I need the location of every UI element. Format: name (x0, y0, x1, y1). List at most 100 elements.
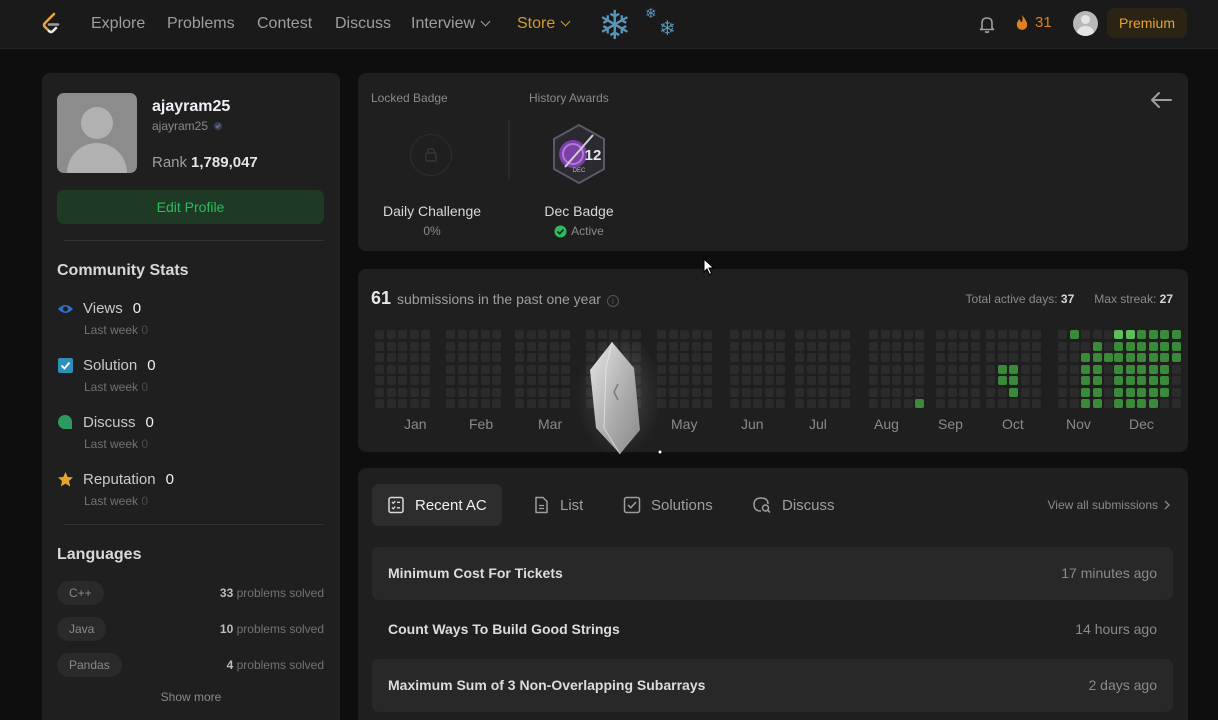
show-more-link[interactable]: Show more (42, 690, 340, 704)
calendar-day-cell[interactable] (741, 364, 751, 374)
calendar-day-cell[interactable] (375, 399, 384, 408)
calendar-day-cell[interactable] (903, 330, 913, 339)
calendar-day-cell[interactable] (1081, 387, 1090, 397)
calendar-day-cell[interactable] (1009, 353, 1018, 362)
calendar-day-cell[interactable] (561, 330, 570, 339)
calendar-day-cell[interactable] (386, 341, 396, 351)
calendar-day-cell[interactable] (515, 353, 524, 362)
calendar-day-cell[interactable] (526, 364, 536, 374)
calendar-day-cell[interactable] (457, 353, 467, 362)
calendar-day-cell[interactable] (818, 399, 827, 408)
calendar-day-cell[interactable] (869, 364, 878, 374)
calendar-day-cell[interactable] (469, 341, 478, 351)
calendar-day-cell[interactable] (398, 376, 407, 385)
calendar-day-cell[interactable] (936, 399, 945, 408)
calendar-day-cell[interactable] (703, 341, 712, 351)
calendar-day-cell[interactable] (795, 387, 804, 397)
calendar-day-cell[interactable] (457, 376, 467, 385)
calendar-day-cell[interactable] (818, 387, 827, 397)
calendar-day-cell[interactable] (457, 387, 467, 397)
calendar-day-cell[interactable] (986, 330, 995, 339)
calendar-day-cell[interactable] (1104, 399, 1113, 408)
calendar-day-cell[interactable] (1104, 330, 1113, 339)
calendar-day-cell[interactable] (1032, 353, 1041, 362)
calendar-day-cell[interactable] (421, 376, 430, 385)
calendar-day-cell[interactable] (741, 387, 751, 397)
calendar-day-cell[interactable] (469, 364, 478, 374)
calendar-day-cell[interactable] (1058, 387, 1067, 397)
calendar-day-cell[interactable] (903, 387, 913, 397)
calendar-day-cell[interactable] (1114, 330, 1123, 339)
calendar-day-cell[interactable] (947, 341, 957, 351)
calendar-day-cell[interactable] (526, 330, 536, 339)
calendar-day-cell[interactable] (1009, 376, 1018, 385)
calendar-day-cell[interactable] (1137, 387, 1146, 397)
calendar-day-cell[interactable] (1125, 330, 1135, 339)
calendar-day-cell[interactable] (970, 399, 980, 408)
calendar-day-cell[interactable] (549, 353, 559, 362)
calendar-day-cell[interactable] (947, 364, 957, 374)
calendar-day-cell[interactable] (386, 330, 396, 339)
calendar-day-cell[interactable] (753, 376, 762, 385)
calendar-day-cell[interactable] (753, 353, 762, 362)
calendar-day-cell[interactable] (480, 330, 490, 339)
calendar-day-cell[interactable] (446, 353, 455, 362)
calendar-day-cell[interactable] (680, 364, 689, 374)
calendar-day-cell[interactable] (776, 399, 785, 408)
calendar-day-cell[interactable] (903, 341, 913, 351)
calendar-day-cell[interactable] (841, 364, 850, 374)
calendar-day-cell[interactable] (829, 353, 839, 362)
calendar-day-cell[interactable] (892, 387, 901, 397)
calendar-day-cell[interactable] (691, 364, 701, 374)
calendar-day-cell[interactable] (703, 364, 712, 374)
calendar-day-cell[interactable] (398, 364, 407, 374)
calendar-day-cell[interactable] (806, 399, 816, 408)
calendar-day-cell[interactable] (880, 353, 890, 362)
calendar-day-cell[interactable] (1125, 341, 1135, 351)
calendar-day-cell[interactable] (869, 387, 878, 397)
calendar-day-cell[interactable] (680, 387, 689, 397)
calendar-day-cell[interactable] (703, 387, 712, 397)
calendar-day-cell[interactable] (959, 353, 968, 362)
calendar-day-cell[interactable] (986, 376, 995, 385)
calendar-day-cell[interactable] (776, 330, 785, 339)
nav-discuss[interactable]: Discuss (335, 15, 391, 33)
calendar-day-cell[interactable] (818, 364, 827, 374)
calendar-day-cell[interactable] (549, 364, 559, 374)
calendar-day-cell[interactable] (892, 341, 901, 351)
calendar-day-cell[interactable] (903, 399, 913, 408)
calendar-day-cell[interactable] (829, 341, 839, 351)
calendar-day-cell[interactable] (1058, 330, 1067, 339)
calendar-day-cell[interactable] (421, 330, 430, 339)
calendar-day-cell[interactable] (386, 353, 396, 362)
calendar-day-cell[interactable] (549, 341, 559, 351)
calendar-day-cell[interactable] (880, 387, 890, 397)
calendar-day-cell[interactable] (959, 341, 968, 351)
calendar-day-cell[interactable] (398, 330, 407, 339)
calendar-day-cell[interactable] (1032, 376, 1041, 385)
calendar-day-cell[interactable] (375, 376, 384, 385)
calendar-day-cell[interactable] (970, 341, 980, 351)
calendar-day-cell[interactable] (986, 387, 995, 397)
calendar-day-cell[interactable] (869, 376, 878, 385)
tab-solutions[interactable]: Solutions (608, 484, 728, 526)
calendar-day-cell[interactable] (526, 353, 536, 362)
calendar-day-cell[interactable] (1032, 341, 1041, 351)
calendar-day-cell[interactable] (703, 330, 712, 339)
calendar-day-cell[interactable] (730, 364, 739, 374)
premium-button[interactable]: Premium (1107, 8, 1187, 38)
calendar-day-cell[interactable] (1114, 364, 1123, 374)
calendar-day-cell[interactable] (936, 330, 945, 339)
calendar-day-cell[interactable] (691, 341, 701, 351)
calendar-day-cell[interactable] (1114, 353, 1123, 362)
calendar-day-cell[interactable] (1032, 330, 1041, 339)
calendar-day-cell[interactable] (375, 330, 384, 339)
calendar-day-cell[interactable] (1020, 364, 1030, 374)
calendar-day-cell[interactable] (1137, 341, 1146, 351)
calendar-day-cell[interactable] (1092, 364, 1102, 374)
view-all-submissions-link[interactable]: View all submissions (1048, 498, 1171, 512)
calendar-day-cell[interactable] (1092, 330, 1102, 339)
calendar-day-cell[interactable] (526, 399, 536, 408)
calendar-day-cell[interactable] (668, 353, 678, 362)
calendar-day-cell[interactable] (764, 330, 774, 339)
